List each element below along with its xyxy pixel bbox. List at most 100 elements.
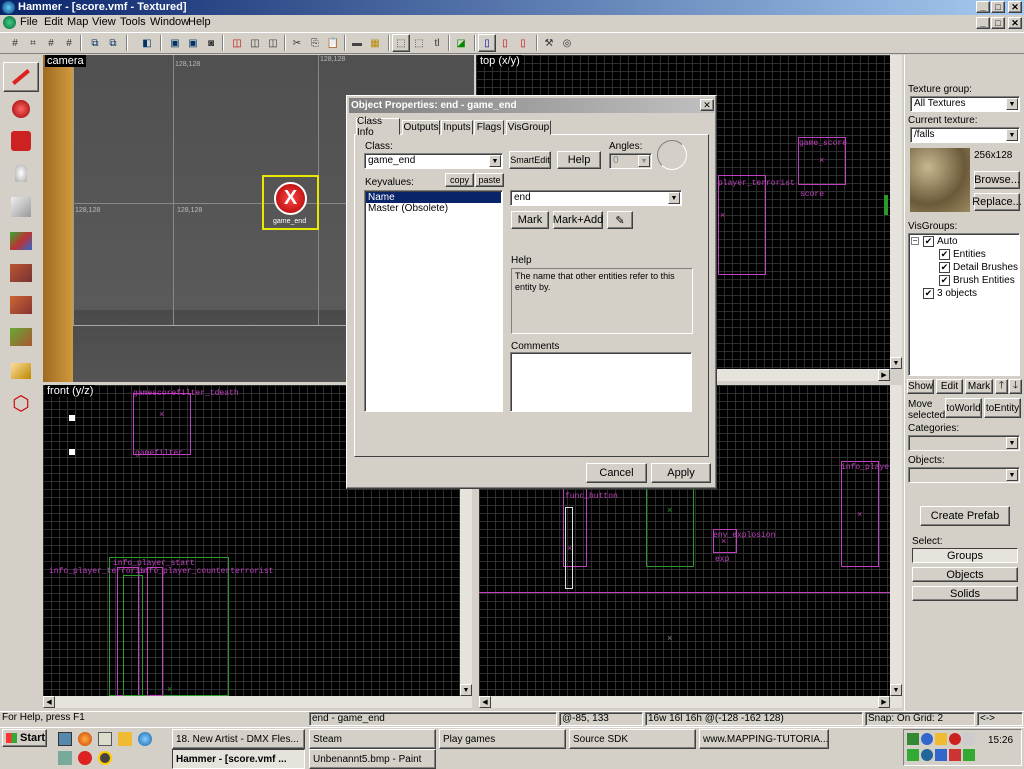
start-button[interactable]: Start <box>2 729 47 747</box>
grid-larger-icon[interactable]: # <box>60 34 78 52</box>
taskbar-item[interactable]: www.MAPPING-TUTORIA... <box>699 729 829 749</box>
magnify-tool-icon[interactable] <box>3 94 39 124</box>
select-text-icon[interactable]: tl <box>428 34 446 52</box>
visgroup-brush-entities[interactable]: ✔ Brush Entities <box>939 275 1015 286</box>
tray-icon[interactable] <box>907 733 919 745</box>
menu-map[interactable]: Map <box>67 16 88 28</box>
menu-tools[interactable]: Tools <box>120 16 146 28</box>
menu-window[interactable]: Window <box>150 16 189 28</box>
tray-icon[interactable] <box>963 749 975 761</box>
objects-dropdown[interactable]: ▼ <box>908 467 1020 483</box>
browse-button[interactable]: Browse... <box>974 171 1020 189</box>
toggle-decals-icon[interactable]: ◫ <box>264 34 282 52</box>
tray-icon[interactable] <box>921 733 933 745</box>
menu-edit[interactable]: Edit <box>44 16 63 28</box>
tray-icon[interactable] <box>921 749 933 761</box>
brush-box[interactable] <box>123 575 143 696</box>
entity-box[interactable] <box>147 567 163 696</box>
side-viewport-vscroll[interactable] <box>890 385 902 696</box>
ie-icon[interactable] <box>138 732 152 746</box>
run-map-icon[interactable]: ◙ <box>202 34 220 52</box>
menu-view[interactable]: View <box>92 16 116 28</box>
replace-button[interactable]: Replace... <box>972 193 1022 211</box>
show-button[interactable]: Show <box>907 379 934 394</box>
minimize-button[interactable]: _ <box>976 1 990 13</box>
help-button[interactable]: Help <box>557 151 601 169</box>
angles-dropdown[interactable]: 0 ▼ <box>609 153 652 169</box>
texture-group-dropdown[interactable]: All Textures ▼ <box>910 96 1020 112</box>
entity-icon[interactable]: ▦ <box>366 34 384 52</box>
copy-button[interactable]: copy <box>445 173 474 187</box>
mark-add-button[interactable]: Mark+Add <box>553 211 603 229</box>
scroll-down-arrow[interactable]: ▼ <box>890 357 902 369</box>
scroll-right-arrow[interactable]: ▼ <box>460 684 472 696</box>
doc-close-button[interactable]: ✕ <box>1008 17 1022 29</box>
keyvalue-item[interactable]: Name <box>366 192 501 203</box>
front-viewport-hscroll[interactable] <box>43 696 472 708</box>
cancel-button[interactable]: Cancel <box>586 463 647 483</box>
smartedit-button[interactable]: SmartEdit <box>509 151 551 169</box>
tray-icon[interactable] <box>963 733 975 745</box>
menu-file[interactable]: File <box>20 16 38 28</box>
close-button[interactable]: ✕ <box>1008 1 1022 13</box>
clock[interactable]: 15:26 <box>988 735 1013 746</box>
texture-scale-icon[interactable]: ▣ <box>184 34 202 52</box>
doc-restore-button[interactable]: □ <box>991 17 1005 29</box>
map-flat-icon[interactable]: ▯ <box>496 34 514 52</box>
texture-lock-icon[interactable]: ▣ <box>166 34 184 52</box>
mark-button[interactable]: Mark <box>511 211 549 229</box>
clip-tool-icon[interactable] <box>3 356 39 386</box>
tray-icon[interactable] <box>907 749 919 761</box>
run-icon[interactable]: ◎ <box>558 34 576 52</box>
select-objects-button[interactable]: Objects <box>912 567 1018 582</box>
player-icon[interactable] <box>98 751 112 765</box>
toggle-helpers-icon[interactable]: ◫ <box>228 34 246 52</box>
visgroup-3-objects[interactable]: ✔ 3 objects <box>923 288 977 299</box>
eyedropper-icon[interactable]: ✎ <box>607 211 633 229</box>
group-icon[interactable]: ⧉ <box>104 34 122 52</box>
tab-flags[interactable]: Flags <box>474 120 504 135</box>
explorer-icon[interactable] <box>98 732 112 746</box>
comments-textarea[interactable] <box>510 352 692 412</box>
brush-box[interactable] <box>646 483 694 567</box>
vertex-manipulation-icon[interactable]: ⬡ <box>3 388 39 418</box>
visgroup-detail-brushes[interactable]: ✔ Detail Brushes <box>939 262 1018 273</box>
edit-button[interactable]: Edit <box>936 379 963 394</box>
side-viewport-hscroll[interactable] <box>479 696 902 708</box>
categories-dropdown[interactable]: ▼ <box>908 435 1020 451</box>
top-viewport-vscroll[interactable] <box>890 55 902 369</box>
firefox-icon[interactable] <box>78 732 92 746</box>
carve-icon[interactable]: ⧉ <box>86 34 104 52</box>
angles-dial[interactable] <box>657 140 687 170</box>
entity-box[interactable] <box>718 175 766 275</box>
tab-outputs[interactable]: Outputs <box>402 120 440 135</box>
keyvalues-list[interactable]: Name Master (Obsolete) <box>364 190 503 412</box>
tray-icon[interactable] <box>949 749 961 761</box>
camera-tool-icon[interactable] <box>3 126 39 156</box>
scroll-left-arrow[interactable]: ◀ <box>43 696 55 708</box>
taskbar-item[interactable]: Steam <box>309 729 436 749</box>
current-texture-dropdown[interactable]: /falls ▼ <box>910 127 1020 143</box>
map-wireframe-icon[interactable]: ▯ <box>478 34 496 52</box>
taskbar-item[interactable]: 18. New Artist - DMX Fles... <box>172 729 305 749</box>
tab-class-info[interactable]: Class Info <box>356 116 400 138</box>
mark-visgroup-button[interactable]: Mark <box>965 379 993 394</box>
taskbar-item[interactable]: Source SDK <box>569 729 696 749</box>
menu-help[interactable]: Help <box>188 16 211 28</box>
vertex-tool-icon[interactable]: ◪ <box>452 34 470 52</box>
map-textured-icon[interactable]: ▯ <box>514 34 532 52</box>
paste-icon[interactable]: 📋 <box>324 34 342 52</box>
create-prefab-button[interactable]: Create Prefab <box>920 506 1010 526</box>
scroll-down-arrow[interactable]: ▼ <box>890 684 902 696</box>
to-entity-button[interactable]: toEntity <box>984 398 1021 418</box>
grid-toggle-icon[interactable]: # <box>6 34 24 52</box>
taskbar-item[interactable]: Unbenannt5.bmp - Paint <box>309 749 436 769</box>
desktop-icon[interactable] <box>58 732 72 746</box>
compile-icon[interactable]: ⚒ <box>540 34 558 52</box>
scroll-right-arrow[interactable]: ▶ <box>878 696 890 708</box>
cut-icon[interactable]: ✂ <box>288 34 306 52</box>
move-down-icon[interactable]: 🡓 <box>1009 379 1022 394</box>
paste-button[interactable]: paste <box>475 173 504 187</box>
media-icon[interactable] <box>58 751 72 765</box>
overlay-tool-icon[interactable] <box>3 322 39 352</box>
